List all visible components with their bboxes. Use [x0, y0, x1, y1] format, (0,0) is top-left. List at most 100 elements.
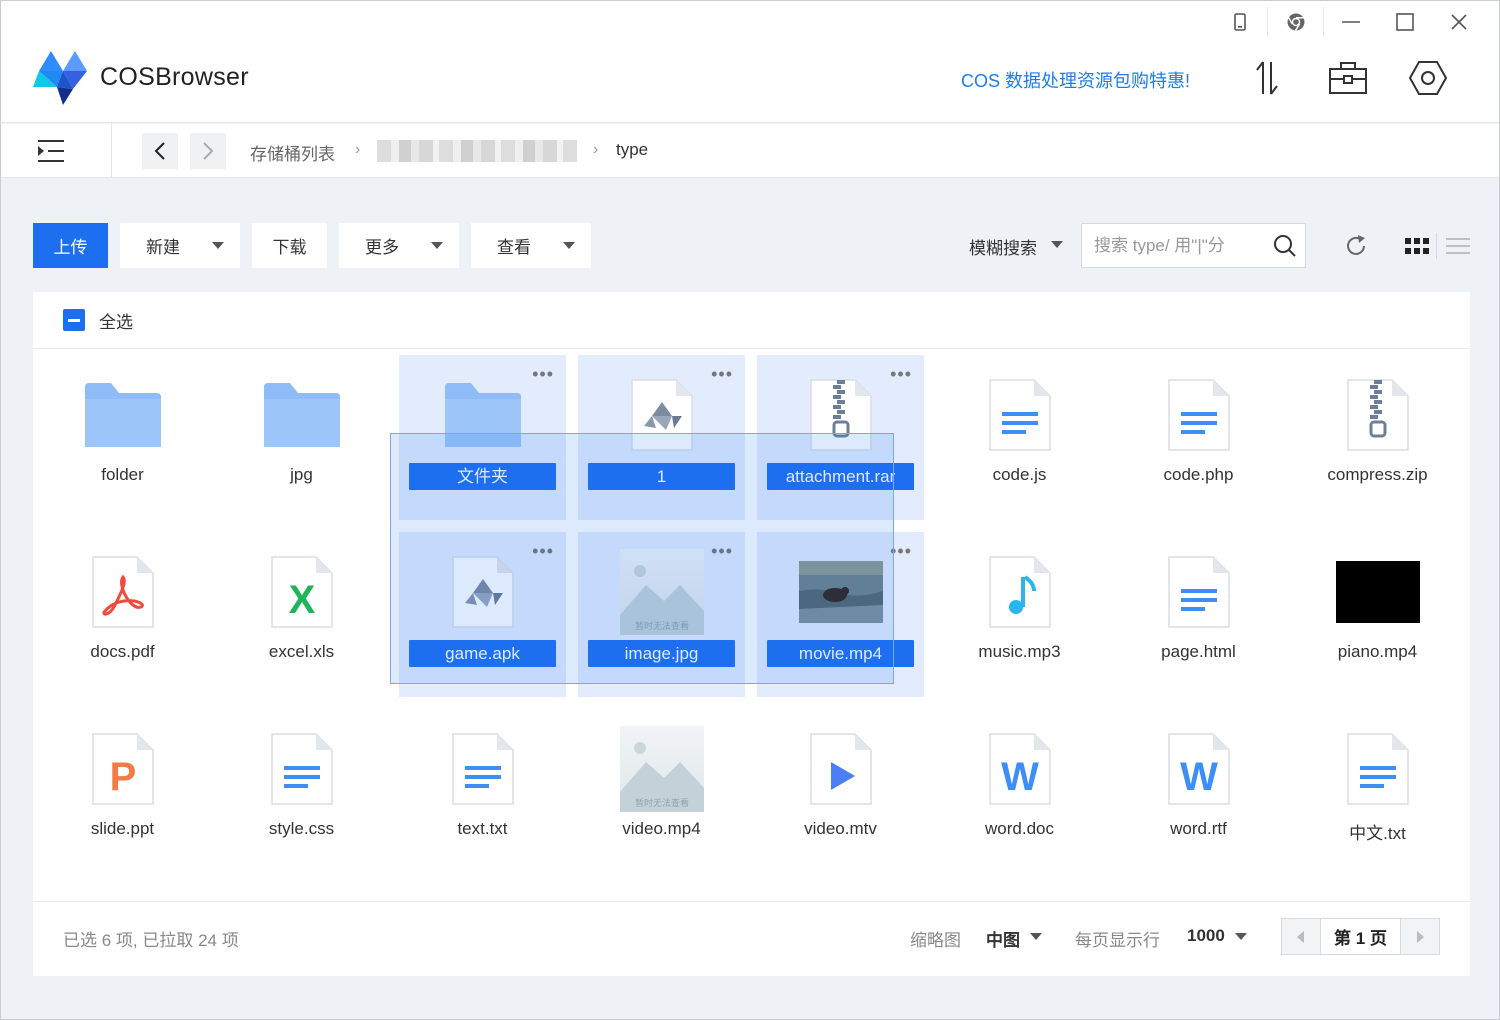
search-field	[1081, 223, 1306, 268]
file-tile[interactable]: Wword.doc	[936, 709, 1103, 874]
svg-text:W: W	[1001, 755, 1039, 799]
file-name: piano.mp4	[1337, 642, 1418, 661]
search-mode-dropdown[interactable]: 模糊搜索	[969, 234, 1063, 259]
close-icon[interactable]	[1436, 5, 1482, 39]
transfer-icon[interactable]	[1242, 55, 1292, 101]
search-icon[interactable]	[1273, 234, 1297, 263]
search-input[interactable]	[1094, 234, 1264, 258]
svg-text:P: P	[109, 755, 136, 799]
breadcrumb-bucket-redacted[interactable]	[377, 140, 577, 162]
breadcrumb-root[interactable]: 存储桶列表	[250, 140, 335, 165]
divider	[111, 124, 112, 178]
file-tile[interactable]: attachment.rar •••	[757, 355, 924, 520]
more-options-icon[interactable]: •••	[890, 542, 912, 560]
chevron-right-icon: ›	[593, 141, 599, 158]
thumbnail-size-label: 缩略图	[910, 931, 961, 950]
more-options-icon[interactable]: •••	[532, 365, 554, 383]
ppt-icon: P	[81, 731, 165, 807]
forward-button[interactable]	[190, 133, 226, 169]
file-tile[interactable]: style.css	[218, 709, 385, 874]
more-options-icon[interactable]: •••	[711, 365, 733, 383]
maximize-icon[interactable]	[1382, 5, 1428, 39]
file-tile[interactable]: 暂时无法查看 video.mp4	[578, 709, 745, 874]
next-page-button[interactable]	[1401, 919, 1439, 954]
per-page-label: 每页显示行	[1075, 931, 1160, 950]
app-title: COSBrowser	[100, 63, 249, 91]
file-name: word.doc	[985, 819, 1054, 838]
more-dropdown[interactable]: 更多	[339, 223, 459, 268]
caret-down-icon	[1030, 933, 1042, 940]
file-tile[interactable]: 中文.txt	[1294, 709, 1461, 874]
more-options-icon[interactable]: •••	[890, 365, 912, 383]
more-label: 更多	[365, 238, 399, 257]
file-tile[interactable]: piano.mp4	[1294, 532, 1461, 697]
pdf-icon	[81, 554, 165, 630]
per-page-dropdown[interactable]: 1000	[1187, 926, 1247, 946]
caret-down-icon	[1051, 241, 1063, 248]
promo-link[interactable]: COS 数据处理资源包购特惠!	[961, 67, 1190, 93]
file-tile[interactable]: Xexcel.xls	[218, 532, 385, 697]
selection-status: 已选 6 项, 已拉取 24 项	[63, 931, 239, 950]
file-tile[interactable]: 暂时无法查看 image.jpg •••	[578, 532, 745, 697]
file-tile[interactable]: code.js	[936, 355, 1103, 520]
file-tile[interactable]: code.php	[1115, 355, 1282, 520]
minimize-icon[interactable]	[1328, 5, 1374, 39]
file-tile[interactable]: Wword.rtf	[1115, 709, 1282, 874]
cos-logo-icon	[33, 49, 89, 107]
doc-lines-icon	[441, 731, 525, 807]
nav-bar: 存储桶列表 › › type	[1, 124, 1499, 178]
chevron-right-icon: ›	[355, 141, 361, 158]
file-name: page.html	[1161, 642, 1236, 661]
file-tile[interactable]: game.apk •••	[399, 532, 566, 697]
sidebar-toggle-icon[interactable]	[23, 134, 79, 168]
file-name: image.jpg	[588, 640, 735, 667]
upload-button[interactable]: 上传	[33, 223, 108, 268]
back-button[interactable]	[142, 133, 178, 169]
file-tile[interactable]: jpg	[218, 355, 385, 520]
prev-page-button[interactable]	[1282, 919, 1320, 954]
file-tile[interactable]: folder	[39, 355, 206, 520]
file-tile[interactable]: Pslide.ppt	[39, 709, 206, 874]
file-name: game.apk	[409, 640, 556, 667]
file-tile[interactable]: docs.pdf	[39, 532, 206, 697]
list-view-icon[interactable]	[1442, 230, 1474, 262]
file-name: slide.ppt	[90, 819, 155, 838]
grid-view-icon[interactable]	[1401, 230, 1433, 262]
new-label: 新建	[146, 238, 180, 257]
file-name: attachment.rar	[767, 463, 914, 490]
breadcrumb-current: type	[616, 140, 649, 159]
file-name: docs.pdf	[90, 642, 155, 661]
search-mode-label: 模糊搜索	[969, 239, 1037, 258]
doc-lines-icon	[1157, 554, 1241, 630]
file-tile[interactable]: music.mp3	[936, 532, 1103, 697]
file-name: jpg	[290, 465, 313, 484]
file-tile[interactable]: page.html	[1115, 532, 1282, 697]
file-tile[interactable]: video.mtv	[757, 709, 924, 874]
chrome-icon[interactable]	[1273, 5, 1319, 39]
file-tile[interactable]: movie.mp4 •••	[757, 532, 924, 697]
video-thumb-icon	[798, 554, 883, 630]
more-options-icon[interactable]: •••	[532, 542, 554, 560]
video-play-icon	[799, 731, 883, 807]
file-tile[interactable]: 文件夹 •••	[399, 355, 566, 520]
phone-icon[interactable]	[1217, 5, 1263, 39]
caret-down-icon	[431, 242, 443, 249]
settings-icon[interactable]	[1403, 55, 1453, 101]
toolbox-icon[interactable]	[1323, 55, 1373, 101]
divider	[33, 901, 1470, 902]
file-name: 1	[588, 463, 735, 490]
file-tile[interactable]: text.txt	[399, 709, 566, 874]
word-icon: W	[978, 731, 1062, 807]
download-button[interactable]: 下载	[252, 223, 327, 268]
more-options-icon[interactable]: •••	[711, 542, 733, 560]
file-tile[interactable]: 1 •••	[578, 355, 745, 520]
doc-lines-icon	[1157, 377, 1241, 453]
current-page: 第 1 页	[1320, 919, 1401, 954]
file-name: folder	[101, 465, 144, 484]
file-tile[interactable]: compress.zip	[1294, 355, 1461, 520]
new-dropdown[interactable]: 新建	[120, 223, 240, 268]
select-all-checkbox[interactable]: 全选	[63, 308, 133, 332]
thumbnail-size-dropdown[interactable]: 中图	[986, 926, 1042, 951]
refresh-icon[interactable]	[1340, 230, 1372, 262]
view-dropdown[interactable]: 查看	[471, 223, 591, 268]
